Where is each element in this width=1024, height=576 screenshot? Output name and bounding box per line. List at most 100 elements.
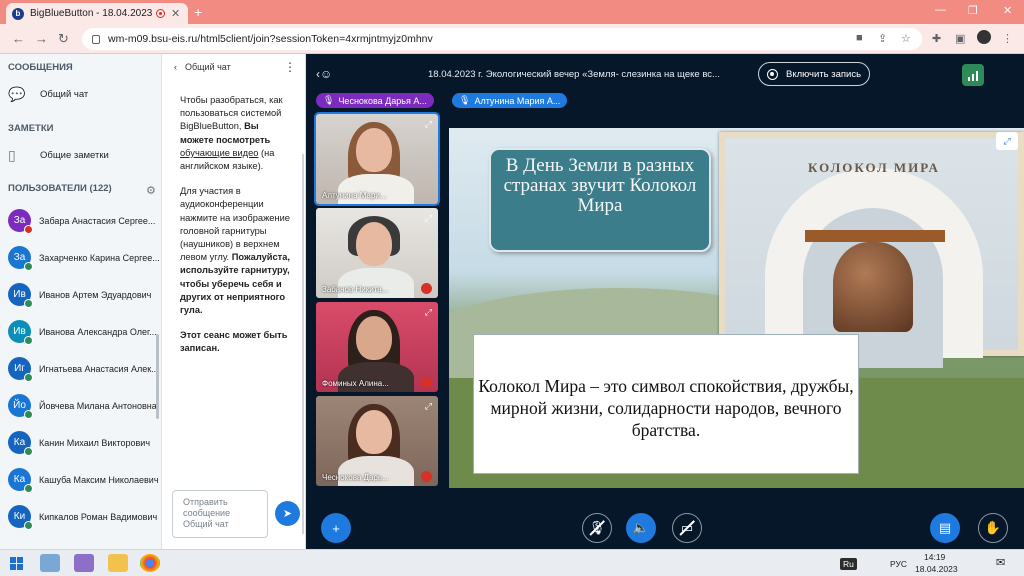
tutorial-video-link[interactable]: обучающие видео — [180, 148, 258, 158]
fullscreen-icon[interactable]: ⤢ — [425, 119, 432, 130]
profile-avatar[interactable] — [977, 30, 991, 44]
avatar: Иг — [8, 357, 33, 382]
public-chat-item[interactable]: 💬 Общий чат — [8, 86, 88, 103]
share-icon[interactable]: ⇪ — [878, 32, 887, 45]
taskbar-app-icon[interactable] — [40, 554, 60, 572]
microphone-icon: 🎙 — [459, 95, 471, 105]
user-name: Захарченко Карина Сергее... — [39, 252, 160, 263]
camera-permission-icon[interactable]: ■ — [856, 32, 863, 44]
chevron-left-icon[interactable]: ‹ — [174, 62, 177, 72]
taskbar-app-icon[interactable] — [74, 554, 94, 572]
window-maximize-button[interactable]: ❐ — [968, 4, 978, 17]
browser-menu-icon[interactable]: ⋮ — [1002, 32, 1013, 45]
tab-close-icon[interactable]: ✕ — [171, 7, 180, 20]
user-list-item[interactable]: Иг Игнатьева Анастасия Алек... — [8, 357, 159, 382]
clock-date[interactable]: 18.04.2023 — [915, 564, 958, 574]
send-icon[interactable]: ➤ — [275, 501, 300, 526]
user-name: Игнатьева Анастасия Алек... — [39, 363, 159, 374]
video-tile[interactable]: ⤢ Фоминых Алина... — [316, 302, 438, 392]
back-arrow-icon[interactable]: ← — [12, 31, 25, 46]
extensions-icon[interactable]: ✚ — [932, 32, 941, 45]
file-explorer-icon[interactable] — [108, 554, 128, 572]
fullscreen-icon[interactable]: ⤢ — [425, 307, 432, 318]
user-name: Йовчева Милана Антоновна — [39, 400, 157, 411]
muted-icon — [421, 377, 432, 388]
avatar: За — [8, 246, 33, 271]
user-list-item[interactable]: Ив Иванов Артем Эдуардович — [8, 283, 151, 308]
talker-name: Алтунина Мария А... — [474, 95, 561, 106]
audio-instructions: Для участия в аудиоконференции нажмите н… — [180, 186, 290, 263]
user-list-item[interactable]: Ив Иванова Александра Олег... — [8, 320, 157, 345]
forward-arrow-icon[interactable]: → — [35, 31, 48, 46]
ime-indicator[interactable]: Ru — [840, 558, 857, 570]
chrome-icon[interactable] — [140, 554, 160, 572]
talking-indicator[interactable]: 🎙 Алтунина Мария А... — [452, 93, 568, 108]
fullscreen-icon[interactable]: ⤢ — [425, 401, 432, 412]
window-close-button[interactable]: ✕ — [1003, 4, 1012, 17]
recording-notice: Этот сеанс может быть записан. — [180, 330, 288, 354]
microphone-off-icon[interactable]: 🎙 — [582, 513, 612, 543]
video-username: Алтунина Мари... — [322, 191, 387, 200]
language-indicator[interactable]: РУС — [890, 559, 907, 569]
record-button[interactable]: Включить запись — [758, 62, 870, 86]
peace-bell-photo: КОЛОКОЛ МИРА — [719, 132, 1024, 368]
fullscreen-icon[interactable]: ⤢ — [425, 213, 432, 224]
user-list-item[interactable]: Ка Кашуба Максим Николаевич — [8, 468, 159, 493]
slide-title: В День Земли в разных странах звучит Кол… — [489, 148, 711, 252]
video-username: Фоминых Алина... — [322, 379, 389, 388]
notes-icon: ▯ — [8, 147, 16, 163]
video-username: Забанов Никита... — [322, 285, 389, 294]
presentation-fullscreen-icon[interactable]: ⤢ — [996, 132, 1018, 150]
browser-tab[interactable]: b BigBlueButton - 18.04.2023 г. Эк ✕ — [6, 3, 188, 24]
avatar: Ив — [8, 283, 33, 308]
toggle-userlist-icon[interactable]: ‹☺ — [316, 67, 332, 81]
user-list-item[interactable]: За Захарченко Карина Сергее... — [8, 246, 160, 271]
slide-body-text: Колокол Мира – это символ спокойствия, д… — [473, 334, 859, 474]
user-list-item[interactable]: Ка Канин Михаил Викторович — [8, 431, 150, 456]
public-chat-label: Общий чат — [40, 89, 89, 100]
microphone-icon: 🎙 — [323, 95, 335, 105]
clock-time[interactable]: 14:19 — [924, 552, 945, 562]
video-tile[interactable]: ⤢ Чеснокова Дарь... — [316, 396, 438, 486]
new-tab-button[interactable]: + — [194, 4, 202, 20]
audio-status-icon — [24, 336, 33, 345]
bell-image — [833, 242, 913, 332]
chat-title[interactable]: Общий чат — [185, 62, 231, 72]
chat-options-icon[interactable]: ⋮ — [284, 60, 296, 74]
plus-icon[interactable]: + — [321, 513, 351, 543]
speaker-icon[interactable]: 🔈 — [626, 513, 656, 543]
reload-icon[interactable]: ↻ — [58, 31, 69, 47]
welcome-text-1: Чтобы разобраться, как пользоваться сист… — [180, 95, 283, 132]
welcome-message: Чтобы разобраться, как пользоваться сист… — [180, 94, 292, 368]
avatar: Йо — [8, 394, 33, 419]
shared-notes-item[interactable]: ▯ Общие заметки — [8, 147, 109, 164]
sidebar-scrollbar[interactable] — [156, 334, 159, 419]
chat-message-input[interactable]: Отправить сообщение Общий чат — [172, 490, 268, 538]
user-list-item[interactable]: Йо Йовчева Милана Антоновна — [8, 394, 157, 419]
user-list-item[interactable]: Ки Кипкалов Роман Вадимович — [8, 505, 157, 530]
user-name: Забара Анастасия Сергее... — [39, 215, 156, 226]
chat-scrollbar[interactable] — [302, 154, 304, 534]
recording-indicator-icon — [156, 9, 165, 18]
address-bar[interactable]: wm-m09.bsu-eis.ru/html5client/join?sessi… — [82, 28, 922, 50]
camera-off-icon[interactable]: ▭ — [672, 513, 702, 543]
talking-indicator[interactable]: 🎙 Чеснокова Дарья А... — [316, 93, 434, 108]
bookmark-star-icon[interactable]: ☆ — [901, 32, 911, 45]
presentation-slide[interactable]: В День Земли в разных странах звучит Кол… — [449, 128, 1024, 488]
windows-start-icon[interactable] — [10, 557, 23, 570]
audio-status-icon — [24, 225, 33, 234]
raise-hand-icon[interactable]: ✋ — [978, 513, 1008, 543]
window-minimize-button[interactable]: — — [935, 4, 946, 16]
bell-plaque-text: КОЛОКОЛ МИРА — [808, 160, 940, 175]
video-tile[interactable]: ⤢ Забанов Никита... — [316, 208, 438, 298]
connection-status-icon[interactable] — [962, 64, 984, 86]
gear-icon[interactable]: ⚙ — [146, 184, 156, 197]
avatar: За — [8, 209, 33, 234]
muted-icon — [421, 471, 432, 482]
video-tile[interactable]: ⤢ Алтунина Мари... — [314, 112, 440, 206]
notifications-icon[interactable]: ✉ — [996, 556, 1005, 569]
presentation-icon[interactable]: ▤ — [930, 513, 960, 543]
side-panel-icon[interactable]: ▣ — [955, 32, 965, 45]
user-list-item[interactable]: За Забара Анастасия Сергее... — [8, 209, 156, 234]
avatar: Ив — [8, 320, 33, 345]
